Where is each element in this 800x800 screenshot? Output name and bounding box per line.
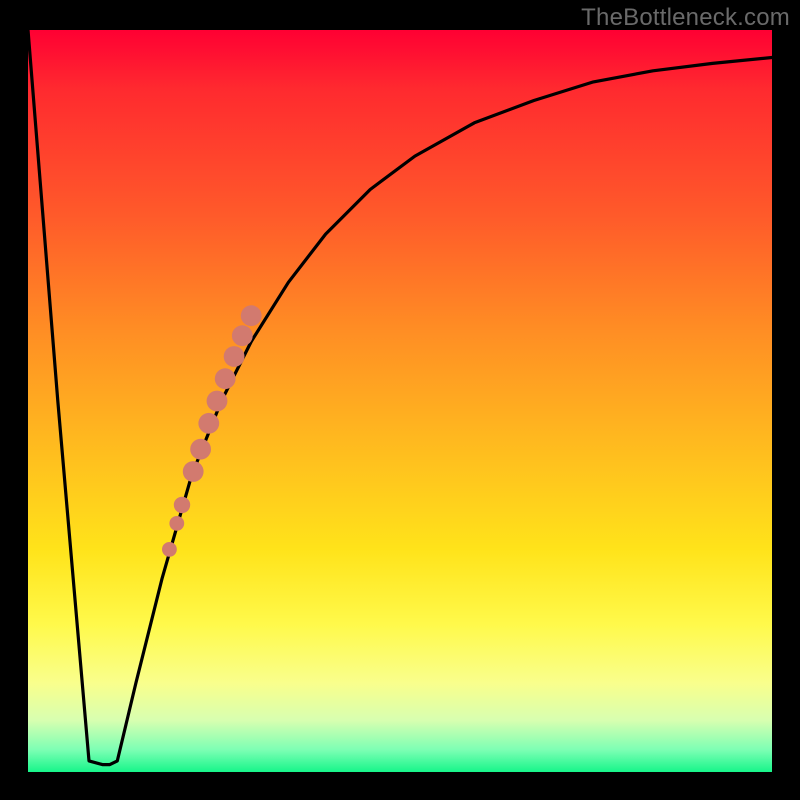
data-marker: [207, 391, 228, 412]
data-marker: [198, 413, 219, 434]
curve-line: [28, 30, 772, 765]
attribution-watermark: TheBottleneck.com: [581, 4, 790, 32]
data-marker: [190, 439, 211, 460]
data-marker: [215, 368, 236, 389]
chart-frame: TheBottleneck.com: [0, 0, 800, 800]
plot-area: [28, 30, 772, 772]
bottleneck-curve: [28, 30, 772, 772]
data-marker: [183, 461, 204, 482]
data-marker: [162, 542, 177, 557]
data-marker: [174, 497, 190, 513]
data-marker: [224, 346, 245, 367]
marker-group: [162, 305, 262, 556]
data-marker: [241, 305, 262, 326]
data-marker: [232, 325, 253, 346]
data-marker: [169, 516, 184, 531]
